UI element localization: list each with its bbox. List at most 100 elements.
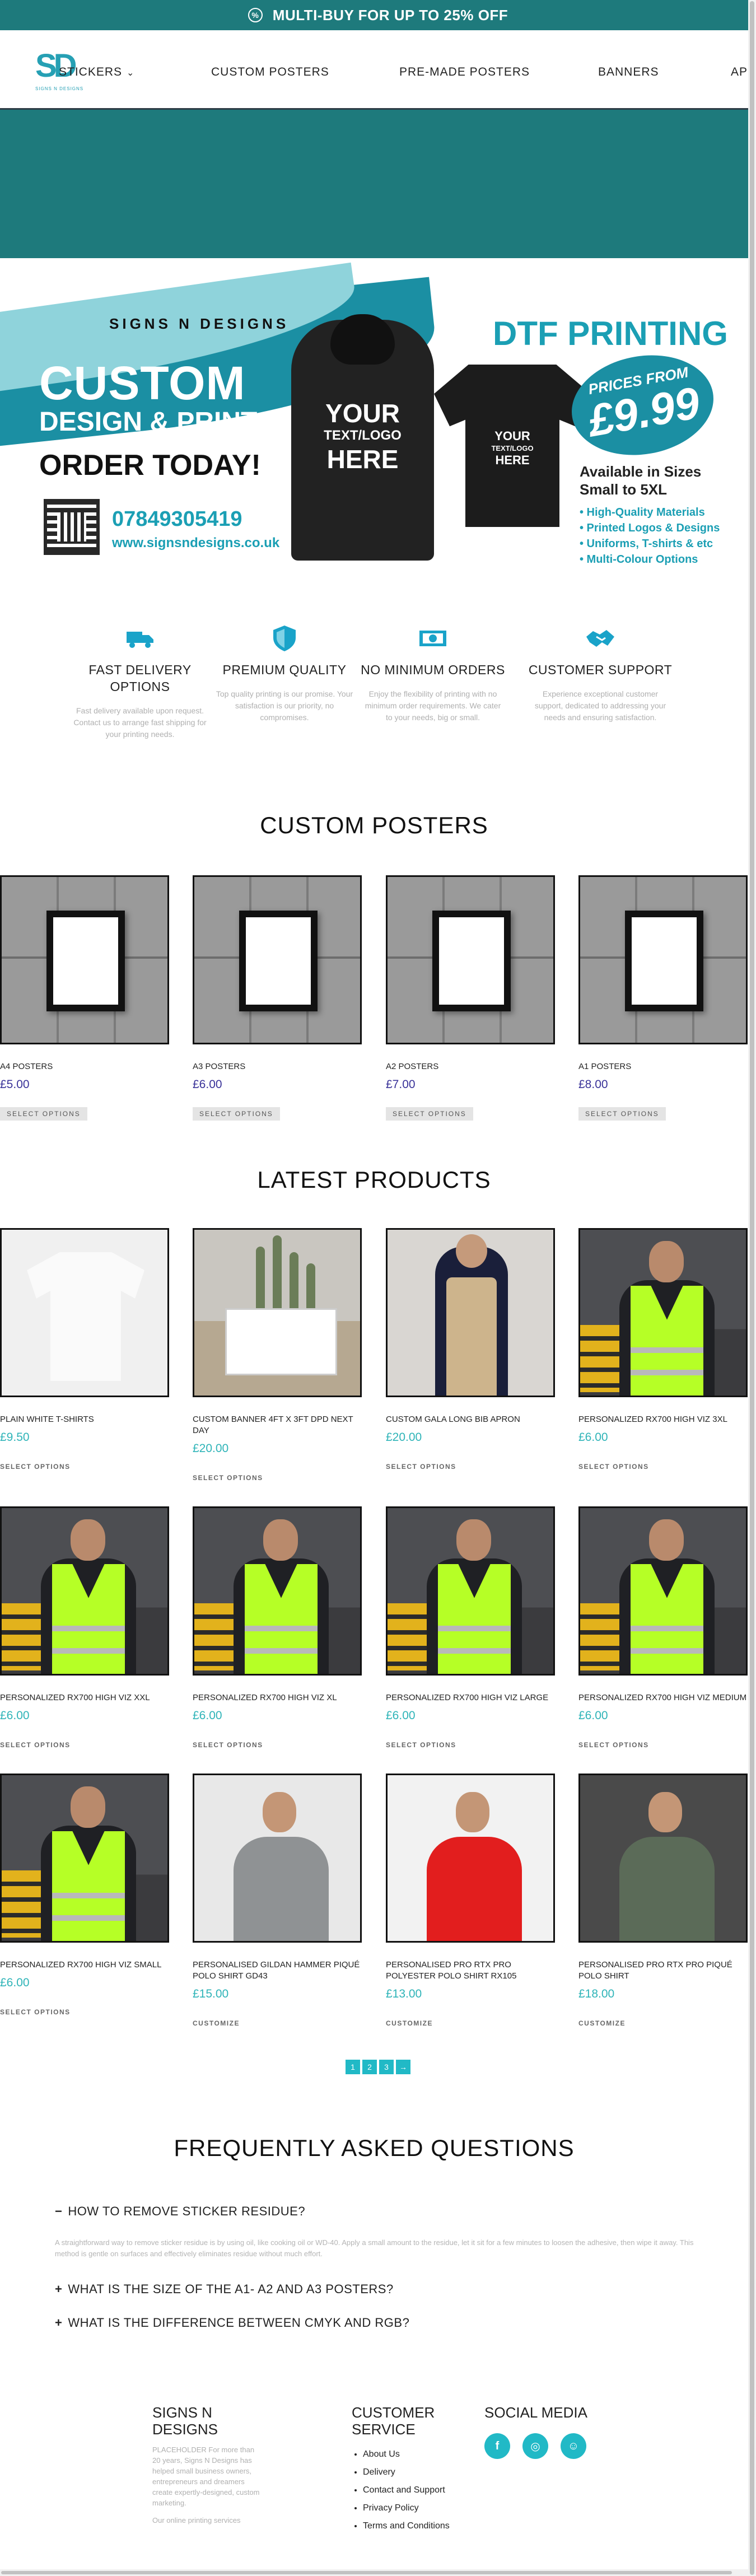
vertical-scrollbar[interactable] [748,0,756,2576]
nav-item-stickers[interactable]: STICKERS ⌄ [59,66,134,79]
product-image[interactable] [578,875,748,1044]
product-name[interactable]: PERSONALIZED RX700 HIGH VIZ XXL [0,1692,169,1704]
select-options-button[interactable]: SELECT OPTIONS [386,1738,456,1752]
select-options-button[interactable]: SELECT OPTIONS [578,1460,649,1473]
select-options-button[interactable]: SELECT OPTIONS [386,1107,473,1121]
page-2-button[interactable]: 2 [362,2060,377,2074]
footer-link-terms[interactable]: Terms and Conditions [363,2517,464,2535]
product-image[interactable] [386,1228,555,1397]
section-title-faq: FREQUENTLY ASKED QUESTIONS [174,2135,575,2161]
select-options-button[interactable]: SELECT OPTIONS [0,1738,71,1752]
customize-button[interactable]: CUSTOMIZE [386,2017,433,2030]
product-name[interactable]: A2 POSTERS [386,1061,555,1072]
customize-button[interactable]: CUSTOMIZE [578,2017,626,2030]
select-options-button[interactable]: SELECT OPTIONS [578,1107,666,1121]
footer-link-contact[interactable]: Contact and Support [363,2481,464,2499]
nav-item-custom-posters[interactable]: CUSTOM POSTERS [211,66,329,79]
product-card[interactable]: A4 POSTERS £5.00 SELECT OPTIONS [0,875,169,1121]
product-name[interactable]: PERSONALISED GILDAN HAMMER PIQUÉ POLO SH… [193,1959,362,1982]
customize-button[interactable]: CUSTOMIZE [193,2017,240,2030]
product-image[interactable] [578,1774,748,1943]
faq-question[interactable]: − HOW TO REMOVE STICKER RESIDUE? [55,2204,305,2219]
product-name[interactable]: A1 POSTERS [578,1061,748,1072]
product-card[interactable]: PERSONALIZED RX700 HIGH VIZ XXL £6.00 SE… [0,1506,169,1752]
scrollbar-thumb[interactable] [1,2571,732,2574]
product-image[interactable] [193,1774,362,1943]
product-card[interactable]: PERSONALISED GILDAN HAMMER PIQUÉ POLO SH… [193,1774,362,2030]
product-image[interactable] [578,1228,748,1397]
product-image[interactable] [386,1774,555,1943]
select-options-button[interactable]: SELECT OPTIONS [386,1460,456,1473]
page-3-button[interactable]: 3 [379,2060,394,2074]
product-name[interactable]: PERSONALIZED RX700 HIGH VIZ 3XL [578,1414,748,1425]
product-name[interactable]: PERSONALIZED RX700 HIGH VIZ SMALL [0,1959,169,1971]
product-name[interactable]: PERSONALIZED RX700 HIGH VIZ LARGE [386,1692,555,1704]
product-image[interactable] [386,875,555,1044]
product-card[interactable]: PLAIN WHITE T-SHIRTS £9.50 SELECT OPTION… [0,1228,169,1473]
product-card[interactable]: PERSONALISED PRO RTX PRO PIQUÉ POLO SHIR… [578,1774,748,2030]
product-card[interactable]: A1 POSTERS £8.00 SELECT OPTIONS [578,875,748,1121]
product-image[interactable] [0,1228,169,1397]
product-name[interactable]: A4 POSTERS [0,1061,169,1072]
select-options-button[interactable]: SELECT OPTIONS [193,1107,280,1121]
footer-link-privacy[interactable]: Privacy Policy [363,2499,464,2517]
faq-question[interactable]: + WHAT IS THE DIFFERENCE BETWEEN CMYK AND… [55,2316,409,2330]
product-name[interactable]: A3 POSTERS [193,1061,362,1072]
select-options-button[interactable]: SELECT OPTIONS [193,1471,263,1485]
product-card[interactable]: PERSONALIZED RX700 HIGH VIZ SMALL £6.00 … [0,1774,169,2019]
select-options-button[interactable]: SELECT OPTIONS [0,1107,87,1121]
product-name[interactable]: PERSONALIZED RX700 HIGH VIZ MEDIUM [578,1692,748,1704]
product-image[interactable] [0,1774,169,1943]
faq-question[interactable]: + WHAT IS THE SIZE OF THE A1- A2 AND A3 P… [55,2282,394,2297]
select-options-button[interactable]: SELECT OPTIONS [0,1460,71,1473]
product-image[interactable] [0,1506,169,1676]
feature-title: NO MINIMUM ORDERS [361,662,505,677]
product-image[interactable] [386,1506,555,1676]
facebook-icon[interactable]: f [484,2433,510,2459]
product-price: £9.50 [0,1431,30,1444]
product-card[interactable]: PERSONALIZED RX700 HIGH VIZ LARGE £6.00 … [386,1506,555,1752]
product-name[interactable]: PERSONALISED PRO RTX PRO POLYESTER POLO … [386,1959,555,1982]
product-card[interactable]: PERSONALIZED RX700 HIGH VIZ XL £6.00 SEL… [193,1506,362,1752]
footer-links: About Us Delivery Contact and Support Pr… [352,2446,464,2535]
instagram-icon[interactable]: ◎ [522,2433,548,2459]
footer-social: SOCIAL MEDIA f ◎ ☺ [484,2404,624,2459]
snapchat-icon[interactable]: ☺ [561,2433,586,2459]
product-name[interactable]: CUSTOM BANNER 4FT X 3FT DPD NEXT DAY [193,1414,362,1436]
product-image[interactable] [193,1506,362,1676]
nav-item-label: AP [731,66,748,78]
footer-link-delivery[interactable]: Delivery [363,2463,464,2481]
product-name[interactable]: PERSONALISED PRO RTX PRO PIQUÉ POLO SHIR… [578,1959,748,1982]
product-price: £20.00 [193,1442,229,1455]
product-card[interactable]: A3 POSTERS £6.00 SELECT OPTIONS [193,875,362,1121]
select-options-button[interactable]: SELECT OPTIONS [578,1738,649,1752]
product-card[interactable]: CUSTOM GALA LONG BIB APRON £20.00 SELECT… [386,1228,555,1473]
product-image[interactable] [193,875,362,1044]
nav-item-pre-made-posters[interactable]: PRE-MADE POSTERS [399,66,530,79]
product-image[interactable] [193,1228,362,1397]
hoodie-text-line: YOUR [325,399,400,428]
select-options-button[interactable]: SELECT OPTIONS [0,2005,71,2019]
nav-item-banners[interactable]: BANNERS [598,66,659,79]
product-card[interactable]: PERSONALISED PRO RTX PRO POLYESTER POLO … [386,1774,555,2030]
product-card[interactable]: A2 POSTERS £7.00 SELECT OPTIONS [386,875,555,1121]
product-name[interactable]: CUSTOM GALA LONG BIB APRON [386,1414,555,1425]
product-card[interactable]: PERSONALIZED RX700 HIGH VIZ MEDIUM £6.00… [578,1506,748,1752]
product-image[interactable] [578,1506,748,1676]
nav-item-more[interactable]: AP [731,66,748,79]
horizontal-scrollbar[interactable] [0,2569,748,2576]
footer-link-about[interactable]: About Us [363,2446,464,2463]
product-card[interactable]: CUSTOM BANNER 4FT X 3FT DPD NEXT DAY £20… [193,1228,362,1485]
product-price: £20.00 [386,1431,422,1444]
product-card[interactable]: PERSONALIZED RX700 HIGH VIZ 3XL £6.00 SE… [578,1228,748,1473]
select-options-button[interactable]: SELECT OPTIONS [193,1738,263,1752]
product-name[interactable]: PLAIN WHITE T-SHIRTS [0,1414,169,1425]
product-image[interactable] [0,875,169,1044]
social-icons: f ◎ ☺ [484,2433,624,2459]
scrollbar-thumb[interactable] [750,1,754,2575]
product-name[interactable]: PERSONALIZED RX700 HIGH VIZ XL [193,1692,362,1704]
next-page-button[interactable]: → [396,2060,410,2074]
feature-desc: Enjoy the flexibility of printing with n… [365,689,501,722]
page-1-button[interactable]: 1 [346,2060,360,2074]
chevron-down-icon: ⌄ [127,68,135,78]
